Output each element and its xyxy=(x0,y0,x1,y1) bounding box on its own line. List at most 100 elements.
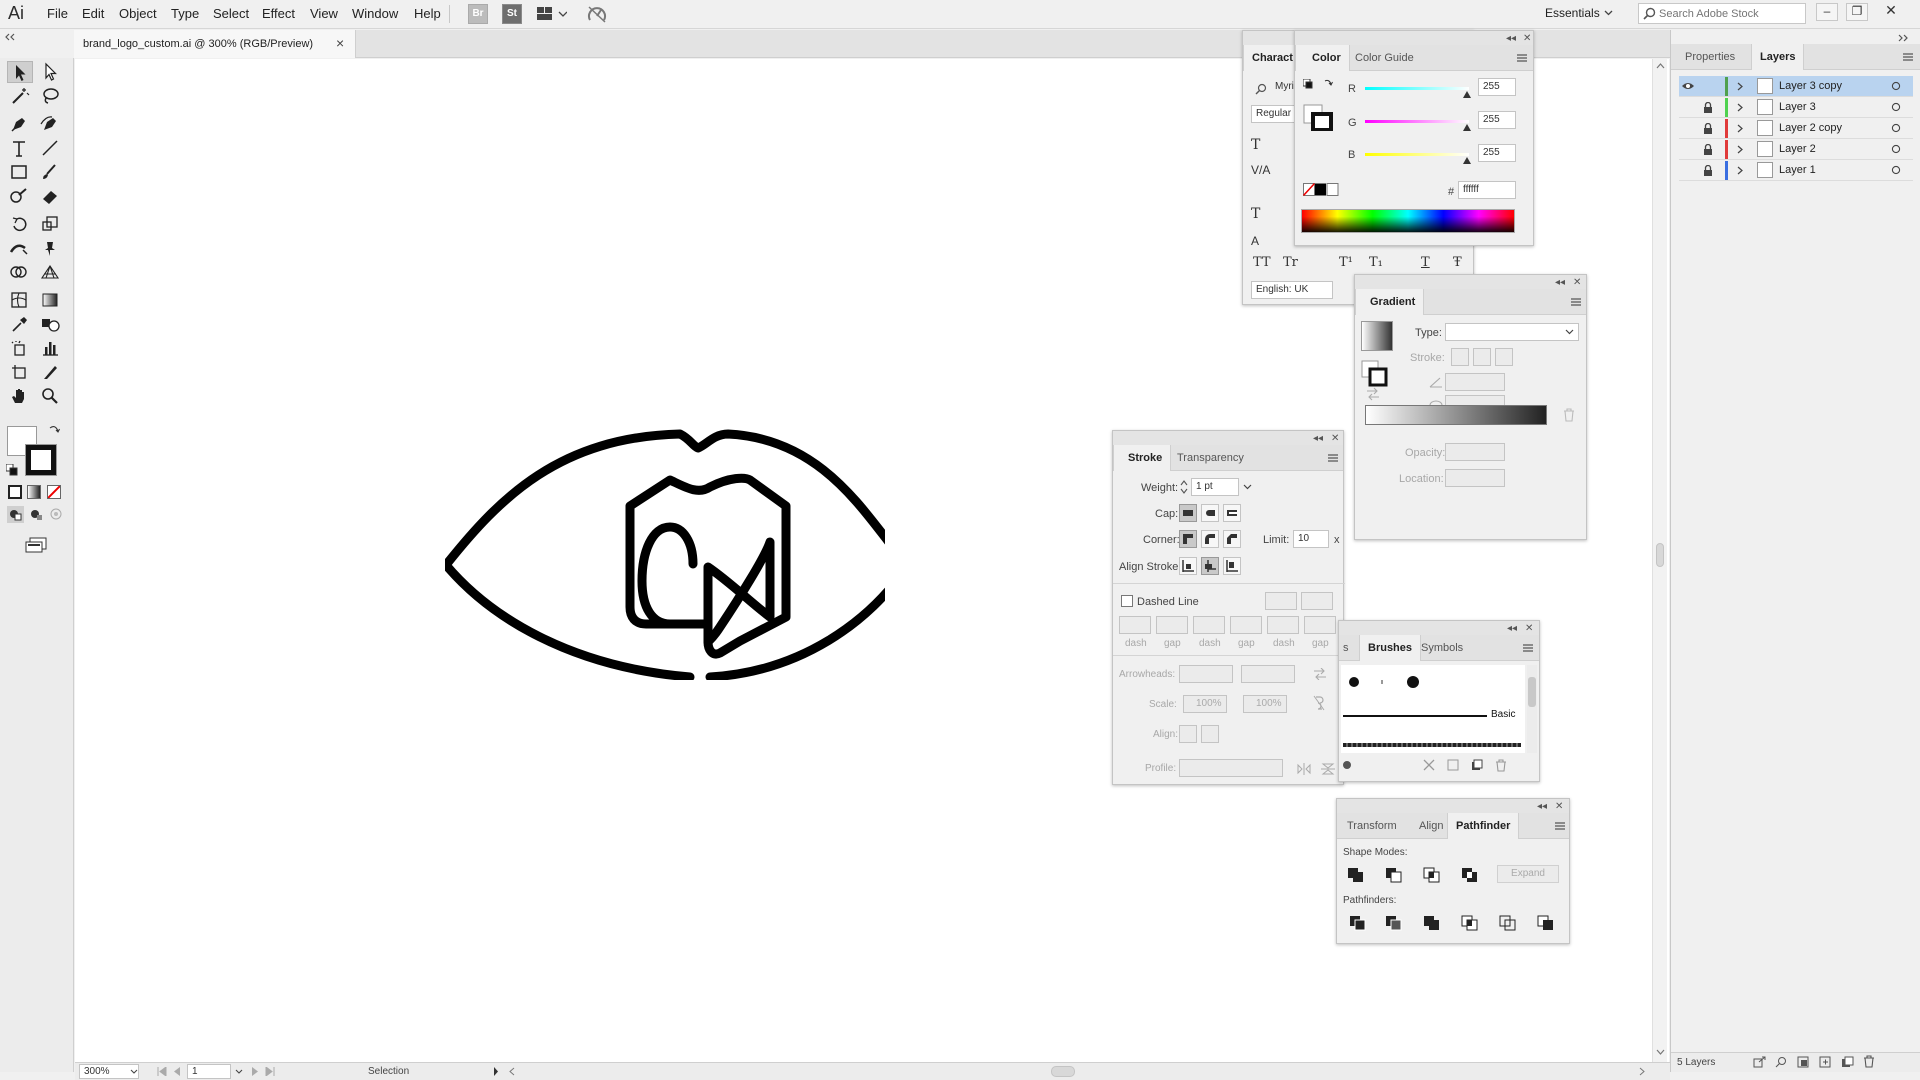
hex-value-field[interactable]: ffffff xyxy=(1458,181,1516,199)
chevron-right-icon[interactable] xyxy=(1737,103,1743,112)
menu-type[interactable]: Type xyxy=(171,6,199,21)
tab-brushes[interactable]: Brushes xyxy=(1359,635,1422,661)
workspace-switcher[interactable]: Essentials xyxy=(1545,6,1600,20)
close-panel-icon[interactable]: ✕ xyxy=(1555,801,1563,812)
tab-transparency[interactable]: Transparency xyxy=(1169,445,1252,471)
close-tab-button[interactable]: × xyxy=(336,35,344,51)
blue-channel-slider[interactable] xyxy=(1365,153,1469,156)
curvature-tool[interactable] xyxy=(38,114,64,136)
previous-artboard-icon[interactable] xyxy=(173,1067,181,1076)
vertical-scrollbar[interactable] xyxy=(1652,59,1667,1062)
red-value-field[interactable]: 255 xyxy=(1478,78,1516,96)
exclude-button[interactable] xyxy=(1461,867,1479,883)
stock-button[interactable]: St xyxy=(502,4,522,24)
screen-mode-icon[interactable] xyxy=(24,537,48,553)
collapse-toolbar-icon[interactable] xyxy=(4,33,16,41)
slider-thumb[interactable] xyxy=(1463,124,1471,131)
warp-tool[interactable] xyxy=(7,238,33,260)
tab-color-guide[interactable]: Color Guide xyxy=(1347,45,1422,71)
tab-swatches[interactable]: s xyxy=(1339,635,1353,661)
visibility-toggle[interactable] xyxy=(1681,144,1695,154)
layer-target-icon[interactable] xyxy=(1891,102,1901,112)
make-clipping-mask-icon[interactable] xyxy=(1797,1056,1811,1068)
column-graph-tool[interactable] xyxy=(38,338,64,360)
new-sublayer-icon[interactable] xyxy=(1819,1056,1833,1068)
arrange-documents-icon[interactable] xyxy=(537,7,567,21)
puppet-warp-tool[interactable] xyxy=(38,238,64,260)
collapse-panel-icon[interactable]: ◂◂ xyxy=(1507,623,1517,634)
bevel-join-button[interactable] xyxy=(1223,530,1241,548)
tab-align[interactable]: Align xyxy=(1411,813,1451,839)
lasso-tool[interactable] xyxy=(38,86,64,108)
close-panel-icon[interactable]: ✕ xyxy=(1573,277,1581,288)
gradient-slider[interactable] xyxy=(1365,405,1547,425)
rotate-tool[interactable] xyxy=(7,214,33,236)
layer-row[interactable]: Layer 1 xyxy=(1679,160,1913,181)
intersect-button[interactable] xyxy=(1423,867,1441,883)
weight-stepper-icon[interactable] xyxy=(1179,478,1189,496)
visibility-toggle[interactable] xyxy=(1681,123,1695,133)
brand-logo-artwork[interactable] xyxy=(445,422,885,680)
red-channel-slider[interactable] xyxy=(1365,87,1469,90)
brush-list[interactable]: Basic xyxy=(1341,665,1525,753)
direct-selection-tool[interactable] xyxy=(38,61,64,83)
new-layer-icon[interactable] xyxy=(1841,1056,1855,1068)
collapse-panel-icon[interactable]: ◂◂ xyxy=(1313,433,1323,444)
panel-menu-icon[interactable] xyxy=(1571,297,1583,307)
gradient-mode-icon[interactable] xyxy=(27,485,41,499)
trim-button[interactable] xyxy=(1385,915,1403,931)
export-icon[interactable] xyxy=(1753,1056,1767,1068)
layer-row[interactable]: Layer 2 xyxy=(1679,139,1913,160)
pen-tool[interactable] xyxy=(7,114,33,136)
green-value-field[interactable]: 255 xyxy=(1478,111,1516,129)
last-artboard-icon[interactable] xyxy=(265,1067,275,1076)
tab-layers[interactable]: Layers xyxy=(1751,44,1805,70)
eraser-tool[interactable] xyxy=(38,186,64,208)
layer-row[interactable]: Layer 2 copy xyxy=(1679,118,1913,139)
tab-symbols[interactable]: Symbols xyxy=(1413,635,1471,661)
artboard-number-field[interactable]: 1 xyxy=(187,1064,231,1079)
panel-header[interactable]: ◂◂ ✕ xyxy=(1355,275,1586,289)
panel-menu-icon[interactable] xyxy=(1555,821,1567,831)
eyedropper-tool[interactable] xyxy=(7,314,33,336)
stock-search-box[interactable] xyxy=(1638,3,1806,24)
paintbrush-tool[interactable] xyxy=(38,162,64,184)
layer-target-icon[interactable] xyxy=(1891,81,1901,91)
menu-select[interactable]: Select xyxy=(213,6,249,21)
panel-menu-icon[interactable] xyxy=(1328,453,1340,463)
lock-icon[interactable] xyxy=(1703,123,1715,134)
delete-brush-icon[interactable] xyxy=(1495,759,1507,772)
divide-button[interactable] xyxy=(1349,915,1367,931)
bridge-button[interactable]: Br xyxy=(468,4,488,24)
scale-tool[interactable] xyxy=(38,214,64,236)
slider-thumb[interactable] xyxy=(1463,91,1471,98)
next-artboard-icon[interactable] xyxy=(251,1067,259,1076)
color-spectrum[interactable] xyxy=(1301,209,1515,233)
new-brush-icon[interactable] xyxy=(1471,759,1483,771)
status-menu-arrow-icon[interactable] xyxy=(493,1067,499,1076)
draw-inside-icon[interactable] xyxy=(48,506,65,523)
selection-tool[interactable] xyxy=(7,61,33,83)
close-panel-icon[interactable]: ✕ xyxy=(1523,33,1531,44)
minus-back-button[interactable] xyxy=(1537,915,1555,931)
brush-dot-large[interactable] xyxy=(1349,677,1359,687)
close-panel-icon[interactable]: ✕ xyxy=(1525,623,1533,634)
default-colors-icon[interactable] xyxy=(1303,79,1335,91)
hand-tool[interactable] xyxy=(7,386,33,408)
scroll-down-icon[interactable] xyxy=(1656,1049,1665,1055)
app-logo[interactable]: Ai xyxy=(8,3,24,24)
crop-button[interactable] xyxy=(1461,915,1479,931)
tab-stroke[interactable]: Stroke xyxy=(1113,445,1172,471)
layer-target-icon[interactable] xyxy=(1891,144,1901,154)
scroll-up-icon[interactable] xyxy=(1656,63,1665,69)
horizontal-scroll-thumb[interactable] xyxy=(1051,1066,1075,1077)
menu-file[interactable]: File xyxy=(47,6,68,21)
gpu-performance-icon[interactable] xyxy=(587,5,607,23)
miter-join-button[interactable] xyxy=(1179,530,1197,548)
superscript-button[interactable]: T¹ xyxy=(1339,255,1353,270)
menu-view[interactable]: View xyxy=(310,6,338,21)
limit-field[interactable]: 10 xyxy=(1293,530,1329,548)
menu-edit[interactable]: Edit xyxy=(82,6,104,21)
lock-icon[interactable] xyxy=(1703,165,1715,176)
merge-button[interactable] xyxy=(1423,915,1441,931)
